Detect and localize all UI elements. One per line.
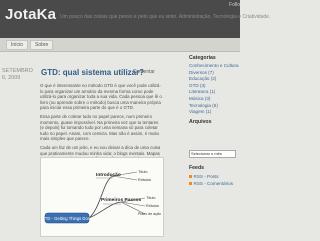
category-link[interactable]: Tecnologia (6) xyxy=(189,103,240,108)
feed-posts-link[interactable]: RSS - Posts xyxy=(189,174,219,179)
site-title[interactable]: JotaKa xyxy=(5,6,56,23)
sidebar: Categorias Conhecimento e Cultura (5) Di… xyxy=(189,55,240,127)
nav-item-inicio[interactable]: Início xyxy=(6,40,28,50)
navigation-bar: Início Sobre xyxy=(0,38,240,52)
archive-select[interactable]: Selecionar o mês xyxy=(189,150,236,158)
mind-map-image: GTD - Getting Things Done Introdução Pri… xyxy=(40,157,164,237)
mind-map-center-label: GTD - Getting Things Done xyxy=(42,216,94,221)
mind-map-branch-label: Introdução xyxy=(96,172,121,178)
category-link[interactable]: Conhecimento e Cultura (5) xyxy=(189,63,240,68)
mind-map-diagram: GTD - Getting Things Done Introdução Pri… xyxy=(41,158,163,236)
post-paragraph: Essa parte de coletar tudo no papel pare… xyxy=(40,113,160,142)
rss-icon xyxy=(189,182,192,186)
category-link[interactable]: Diversos (7) xyxy=(189,70,240,75)
category-link[interactable]: Educação (2) xyxy=(189,76,240,81)
post-paragraph: O que é interessante no método GTD é que… xyxy=(40,83,162,111)
comments-link[interactable]: Comentar xyxy=(133,69,155,75)
post-date: SETEMBRO 6, 2009 xyxy=(2,68,33,81)
feeds-heading: Feeds xyxy=(189,165,204,171)
site-tagline: Um pouco das coisas que penso e pelo que… xyxy=(60,14,271,20)
archives-heading: Arquivos xyxy=(189,119,212,126)
mind-map-leaf-label: Rótulos xyxy=(146,204,159,208)
category-link[interactable]: Literatura (1) xyxy=(189,89,240,94)
follow-link[interactable]: Follo xyxy=(229,2,240,8)
mind-map-leaf-label: Rótulos xyxy=(138,178,151,182)
post-title[interactable]: GTD: qual sistema utilizar? xyxy=(41,68,144,77)
feed-comments-link[interactable]: RSS - Comentários xyxy=(189,181,233,186)
mind-map-leaf-label: Título xyxy=(138,170,148,174)
mind-map-leaf-label: Plano de ação xyxy=(138,212,161,216)
feed-comments-label: RSS - Comentários xyxy=(193,181,234,186)
site-header: JotaKa Um pouco das coisas que penso e p… xyxy=(0,0,270,38)
category-link[interactable]: GTD (3) xyxy=(189,83,240,88)
feed-posts-label: RSS - Posts xyxy=(193,174,219,179)
mind-map-branch-label: Primeiros Passos xyxy=(101,197,142,203)
category-link[interactable]: Música (3) xyxy=(189,96,240,101)
categories-heading: Categorias xyxy=(189,55,216,61)
category-link[interactable]: Viagem (1) xyxy=(189,109,240,114)
nav-item-sobre[interactable]: Sobre xyxy=(30,40,54,50)
categories-list: Conhecimento e Cultura (5) Diversos (7) … xyxy=(189,63,240,114)
rss-icon xyxy=(189,175,192,179)
mind-map-leaf-label: Título xyxy=(146,196,156,200)
